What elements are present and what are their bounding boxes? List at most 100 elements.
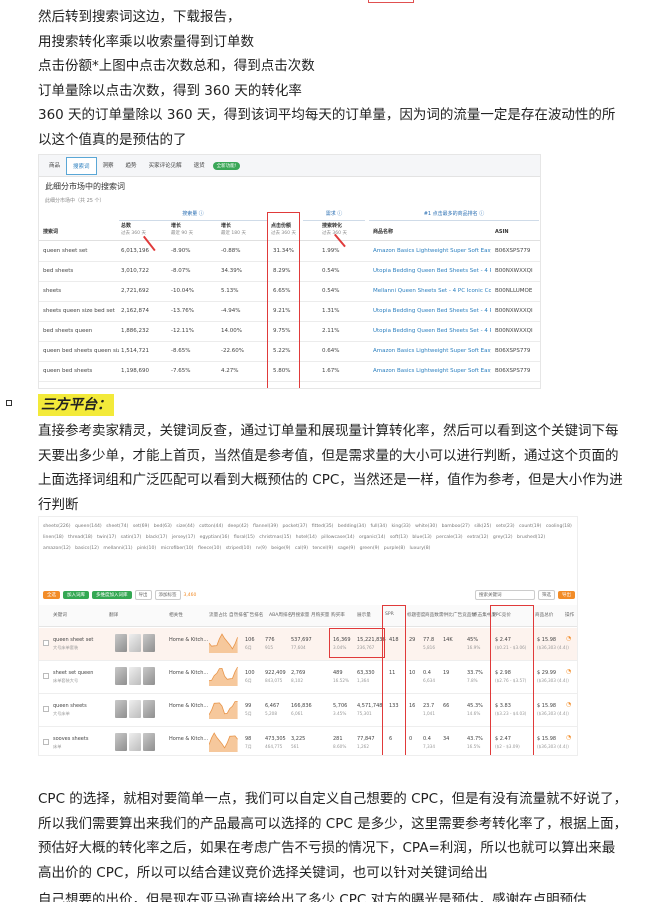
table-cell[interactable]: Utopia Bedding Queen Bed Sheets Set - 4 … [373,328,491,334]
row-checkbox[interactable] [43,706,49,712]
select-all-button[interactable]: 全选 [43,591,60,599]
keyword-cell-sub: 床单套装大号 [53,678,79,683]
filter-button[interactable]: 筛选 [538,590,555,600]
table-cell[interactable]: Extra Deep Queen Fitted Sheet - Hotel Lu… [373,388,491,389]
product-thumbnail[interactable] [143,733,155,751]
keyword-tag-cloud[interactable]: sheets(226) queen(144) sheet(74) set(69)… [43,521,575,554]
table-cell[interactable]: queen bed sheets queen size [43,348,119,354]
keyword-col-header[interactable]: 广告排名 [245,612,263,618]
product-count-cell: 0.4 7,334 [423,736,435,751]
keyword-count: 3,460 [183,592,197,598]
trend-sparkline[interactable] [209,633,239,653]
row-checkbox[interactable] [43,673,49,679]
col-product-name[interactable]: 商品名称 [373,229,393,236]
keyword-cell-sub: 大号床单 [53,711,70,716]
title-density-cell-value: 16 [409,703,416,709]
row-actions-icon[interactable]: ◔ [566,668,571,675]
col-search-term[interactable]: 搜索词 [43,229,58,236]
keyword-col-header[interactable]: 流量占比 [209,612,227,618]
keyword-cell[interactable]: queen sheets 大号床单 [53,703,87,718]
product-thumbnail[interactable] [115,700,127,718]
keyword-col-header[interactable]: 操作 [565,612,574,618]
product-thumbnail[interactable] [129,733,141,751]
keyword-col-header[interactable]: 月搜索量 [291,612,309,618]
keyword-col-header[interactable]: 展示量 [357,612,371,618]
table-cell[interactable]: queen sheet set [43,248,119,254]
toolbar-export-button[interactable]: 导出 [558,591,575,599]
table-cell[interactable]: Amazon Basics Lightweight Super Soft Eas… [373,348,491,354]
table-cell: 0.61% [322,388,370,389]
row-checkbox[interactable] [43,739,49,745]
tab-trends[interactable]: 趋势 [120,157,143,175]
aba-cell-sub: 6月 [245,678,252,683]
table-cell: 5.13% [221,288,239,294]
row-actions-icon[interactable]: ◔ [566,635,571,642]
row-actions-icon[interactable]: ◔ [566,734,571,741]
keyword-col-header[interactable]: 购买率 [331,612,345,618]
keyword-col-header[interactable]: 关键词 [53,612,67,618]
col-growth-90[interactable]: 增长 最近 90 天 [171,223,193,237]
product-thumbnail[interactable] [129,667,141,685]
col-total[interactable]: 总数 过去 360 天 [121,223,146,237]
category-cell: Home & Kitch... [169,670,208,677]
product-thumbnail[interactable] [143,667,155,685]
product-thumbnail[interactable] [143,634,155,652]
keyword-col-header[interactable]: 翻译 [109,612,118,618]
keyword-cell[interactable]: queen sheet set 大号床单套装 [53,637,93,652]
supply-ratio-cell: 19 [443,670,449,677]
keyword-col-header[interactable]: ABA周排名 [269,612,292,618]
row-checkbox[interactable] [43,640,49,646]
col-asin[interactable]: ASIN [495,229,509,236]
table-cell[interactable]: Utopia Bedding Queen Bed Sheets Set - 4 … [373,268,491,274]
title-density-cell: 0 [409,736,412,743]
table-cell[interactable]: sheets [43,288,119,294]
keyword-cell[interactable]: sooves sheets 床单 [53,736,88,751]
product-thumbnail[interactable] [115,667,127,685]
export-button[interactable]: 导出 [134,590,152,600]
table-cell[interactable]: bed sheets [43,268,119,274]
tab-search-terms[interactable]: 搜索词 [66,156,97,175]
keyword-cell[interactable]: sheet set queen 床单套装大号 [53,670,93,685]
intro-line: 点击份额*上图中点击次数总和，得到点击次数 [38,58,315,74]
keyword-col-header[interactable]: 月购买量 [311,612,329,618]
product-thumbnail[interactable] [129,700,141,718]
row-actions-icon[interactable]: ◔ [566,701,571,708]
multi-add-button[interactable]: 多维度加入词库 [92,591,132,599]
product-thumbnail[interactable] [115,634,127,652]
keyword-col-header[interactable]: 需供比 [439,612,453,618]
keyword-col-header[interactable]: 商品总价 [535,612,553,618]
add-to-library-button[interactable]: 加入词库 [63,591,89,599]
table-cell[interactable]: queen bed sheets [43,368,119,374]
tab-reviews[interactable]: 买家评论见解 [143,157,188,175]
keyword-col-header[interactable]: 相关性 [169,612,183,618]
table-cell[interactable]: Amazon Basics Lightweight Super Soft Eas… [373,368,491,374]
title-density-cell: 10 [409,670,415,677]
product-thumbnail[interactable] [115,733,127,751]
keyword-col-header[interactable]: 商品数 [425,612,439,618]
table-cell[interactable]: Utopia Bedding Queen Bed Sheets Set - 4 … [373,308,491,314]
category-cell-value: Home & Kitch... [169,637,209,643]
product-thumbnail[interactable] [129,634,141,652]
table-cell[interactable]: Mellanni Queen Sheets Set - 4 PC Iconic … [373,288,491,294]
table-cell[interactable]: Amazon Basics Lightweight Super Soft Eas… [373,248,491,254]
trend-sparkline[interactable] [209,732,239,752]
col-growth-180[interactable]: 增长 最近 180 天 [221,223,246,237]
purchase-rate-cell-sub: 3.45% [333,711,347,716]
table-cell[interactable]: bed sheets queen [43,328,119,334]
ppc-highlight [490,605,534,755]
keyword-search-input[interactable]: 搜索关键词 [475,590,535,600]
click-concentration-cell-sub: 14.6% [467,711,481,716]
add-tag-button[interactable]: 添加标签 [154,590,181,600]
category-cell: Home & Kitch... [169,736,208,743]
tab-returns[interactable]: 退货 [188,157,211,175]
trend-sparkline[interactable] [209,666,239,686]
keyword-col-header[interactable]: 标题密度 [407,612,425,618]
intro-line: 用搜索转化率乘以收索量得到订单数 [38,33,254,50]
table-cell[interactable]: sheets queen size bed set [43,308,119,314]
trend-sparkline[interactable] [209,699,239,719]
product-thumbnail[interactable] [143,700,155,718]
tab-products[interactable]: 商品 [43,157,66,175]
table-cell[interactable]: deep pocket queen sheets [43,388,119,389]
tab-insights[interactable]: 洞察 [97,157,120,175]
table-cell: B00NXWXXQI [495,268,533,274]
